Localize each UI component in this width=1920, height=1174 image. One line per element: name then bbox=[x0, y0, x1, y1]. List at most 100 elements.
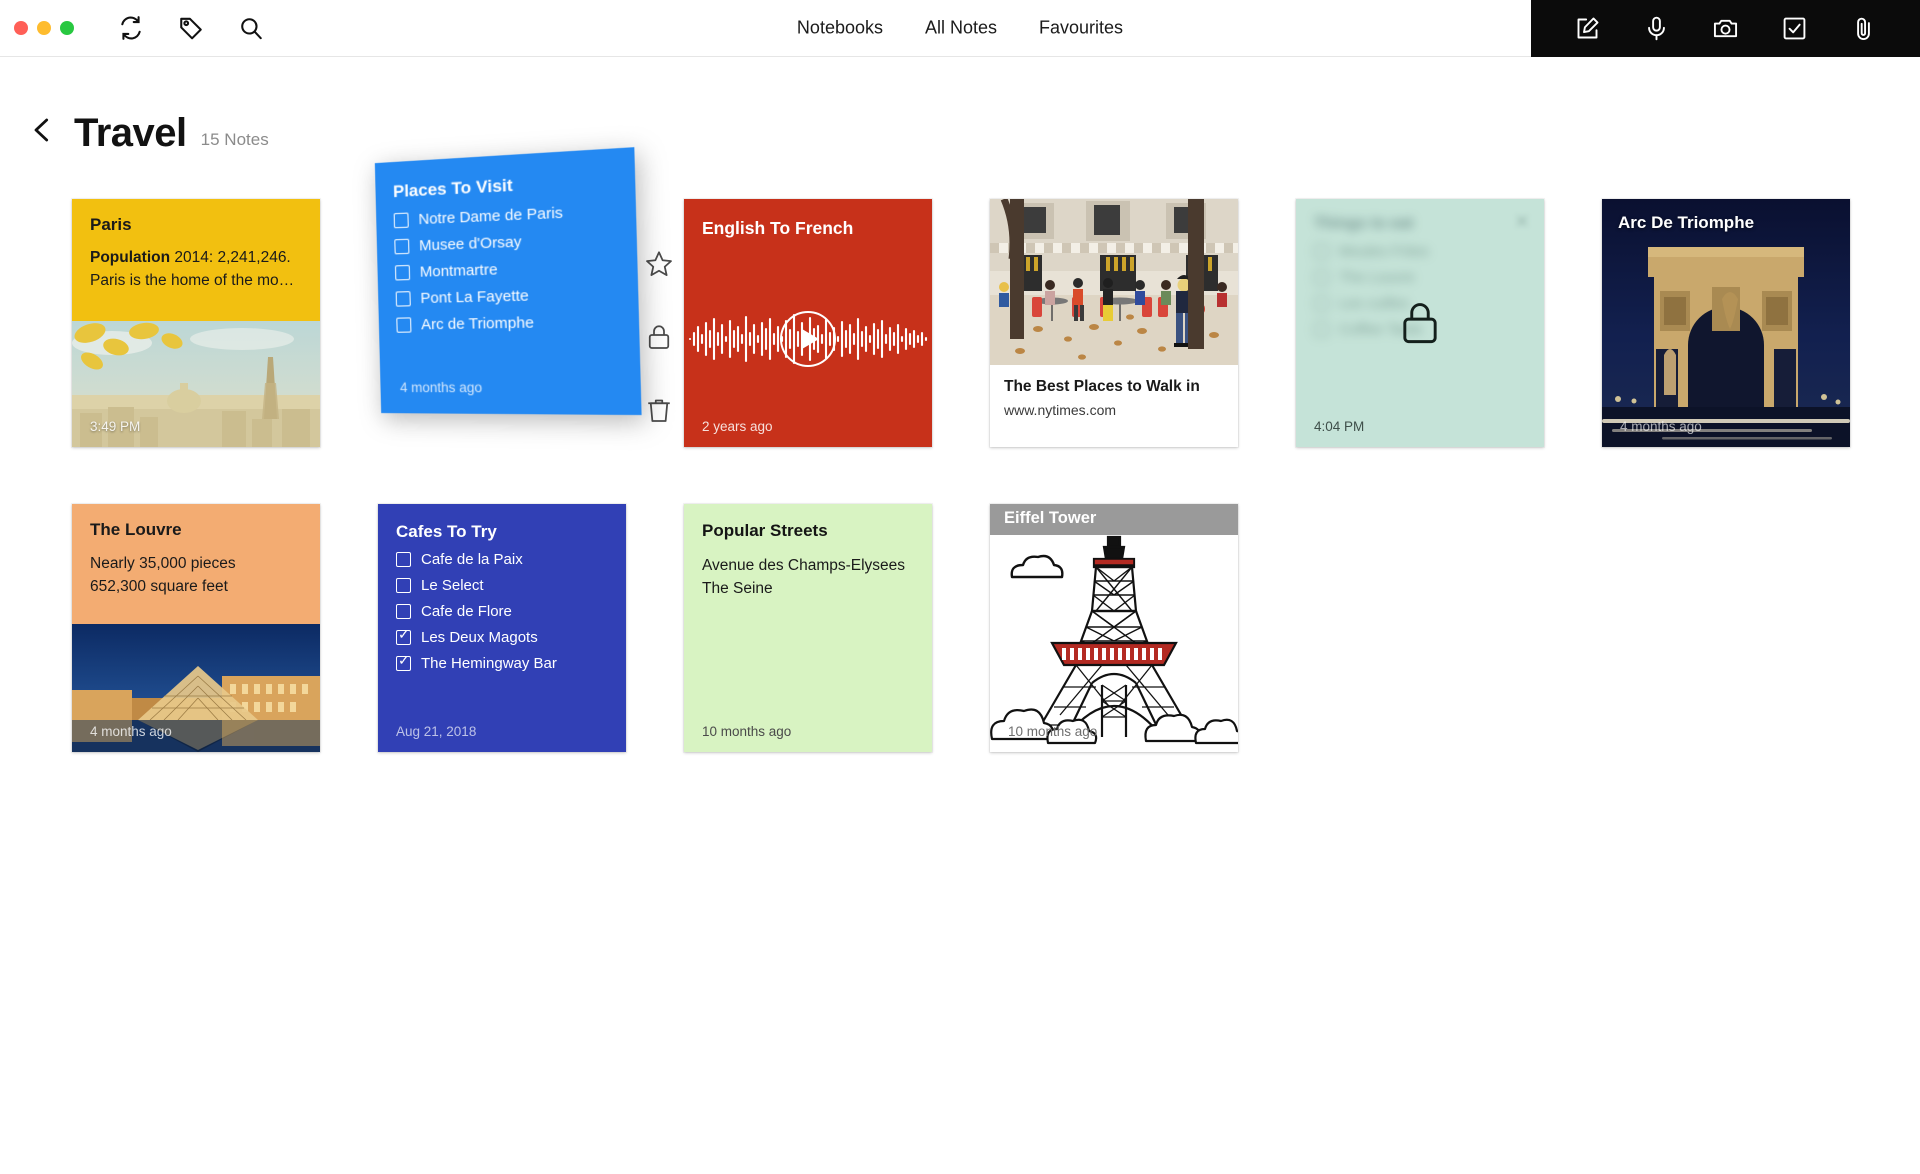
note-preview-line2: Paris is the home of the mo… bbox=[90, 272, 295, 290]
checklist-item[interactable]: Les Deux Magots bbox=[396, 627, 608, 646]
checkbox-icon[interactable] bbox=[394, 264, 411, 281]
note-title: Eiffel Tower bbox=[1004, 509, 1097, 527]
notes-row: The Louvre Nearly 35,000 pieces 652,300 … bbox=[72, 504, 1920, 809]
checklist-label: Arc de Triomphe bbox=[420, 314, 535, 334]
note-timestamp: 4 months ago bbox=[399, 379, 483, 396]
web-clip-url: www.nytimes.com bbox=[1004, 402, 1117, 419]
checkbox-icon-checked[interactable] bbox=[396, 627, 411, 645]
note-card-eiffel-tower[interactable]: Eiffel Tower 10 months ago bbox=[990, 504, 1238, 752]
note-card-web-clip[interactable]: The Best Places to Walk in www.nytimes.c… bbox=[990, 199, 1238, 447]
note-title: Places To Visit bbox=[392, 175, 514, 202]
checkbox-icon[interactable] bbox=[394, 238, 410, 255]
note-card-locked[interactable]: Things to eat Moules Frites The Louvre L… bbox=[1296, 199, 1544, 447]
checkbox-icon[interactable] bbox=[396, 604, 411, 619]
checklist-item[interactable]: Notre Dame de Paris bbox=[393, 202, 617, 230]
note-card-the-louvre[interactable]: The Louvre Nearly 35,000 pieces 652,300 … bbox=[72, 504, 320, 752]
checklist-item[interactable]: Cafe de Flore bbox=[396, 603, 608, 620]
play-button[interactable] bbox=[780, 311, 836, 367]
checklist-label: Notre Dame de Paris bbox=[418, 204, 564, 229]
note-timestamp: 3:49 PM bbox=[90, 419, 141, 434]
checklist-label: Montmartre bbox=[419, 261, 498, 281]
note-preview-rest: 2014: 2,241,246. bbox=[170, 249, 291, 266]
minimize-window-button[interactable] bbox=[37, 21, 51, 35]
checklist-label: Le Select bbox=[421, 577, 484, 594]
checkbox-icon[interactable] bbox=[396, 317, 412, 333]
lock-icon[interactable] bbox=[644, 322, 674, 352]
checklist-label: Cafe de Flore bbox=[421, 603, 512, 620]
microphone-icon[interactable] bbox=[1640, 12, 1674, 46]
checklist-item[interactable]: Arc de Triomphe bbox=[396, 312, 619, 333]
note-preview-line2: 652,300 square feet bbox=[90, 578, 228, 596]
checkbox-icon-checked[interactable] bbox=[396, 653, 411, 671]
main-nav: Notebooks All Notes Favourites bbox=[797, 18, 1123, 39]
locked-item-label: Moules Frites bbox=[1339, 243, 1430, 260]
drag-card-surface: Places To Visit Notre Dame de Paris Muse… bbox=[374, 147, 642, 416]
checklist-item[interactable]: Le Select bbox=[396, 577, 608, 594]
locked-item-label: The Louvre bbox=[1339, 269, 1415, 286]
note-timestamp: 4 months ago bbox=[1620, 419, 1702, 434]
checkbox-icon[interactable] bbox=[393, 212, 409, 229]
checklist-item[interactable]: Cafe de la Paix bbox=[396, 551, 608, 568]
checklist-label: Les Deux Magots bbox=[421, 629, 538, 646]
note-title: Cafes To Try bbox=[396, 522, 497, 541]
note-card-popular-streets[interactable]: Popular Streets Avenue des Champs-Elysee… bbox=[684, 504, 932, 752]
close-icon bbox=[1514, 213, 1530, 229]
toolbar-icon-group bbox=[116, 13, 266, 43]
checkbox-icon[interactable] bbox=[396, 578, 411, 593]
checkbox-icon[interactable] bbox=[396, 552, 411, 567]
nav-notebooks[interactable]: Notebooks bbox=[797, 18, 883, 39]
note-preview-line1: Avenue des Champs-Elysees bbox=[702, 557, 906, 574]
note-count: 15 Notes bbox=[200, 130, 269, 149]
attachment-icon[interactable] bbox=[1847, 12, 1881, 46]
note-card-cafes-to-try[interactable]: Cafes To Try Cafe de la Paix Le Select C… bbox=[378, 504, 626, 752]
search-icon[interactable] bbox=[236, 13, 266, 43]
checklist-label: Pont La Fayette bbox=[420, 287, 530, 308]
note-card-arc-de-triomphe[interactable]: Arc De Triomphe 4 months ago bbox=[1602, 199, 1850, 447]
camera-icon[interactable] bbox=[1709, 12, 1743, 46]
note-timestamp: 2 years ago bbox=[702, 419, 773, 434]
note-title: The Louvre bbox=[90, 520, 182, 539]
lock-icon bbox=[1394, 297, 1446, 349]
traffic-lights bbox=[14, 21, 74, 35]
checklist-icon[interactable] bbox=[1778, 12, 1812, 46]
nav-all-notes[interactable]: All Notes bbox=[925, 18, 997, 39]
note-preview: Avenue des Champs-Elysees The Seine bbox=[684, 541, 932, 601]
back-button[interactable] bbox=[26, 113, 58, 147]
checklist-item[interactable]: Pont La Fayette bbox=[395, 285, 619, 308]
checklist-item[interactable]: The Hemingway Bar bbox=[396, 653, 608, 672]
web-clip-meta: The Best Places to Walk in www.nytimes.c… bbox=[990, 365, 1238, 419]
checklist-label: The Hemingway Bar bbox=[421, 655, 557, 672]
arc-de-triomphe-image bbox=[1602, 199, 1850, 447]
note-text-area: The Louvre Nearly 35,000 pieces 652,300 … bbox=[72, 504, 320, 624]
checkbox-icon bbox=[1314, 322, 1329, 337]
checkbox-icon bbox=[1314, 270, 1329, 285]
note-timestamp: 4 months ago bbox=[90, 724, 172, 739]
note-card-english-to-french[interactable]: English To French 2 years ago bbox=[684, 199, 932, 447]
action-toolbar bbox=[1531, 0, 1920, 57]
note-text-area: Paris Population 2014: 2,241,246. Paris … bbox=[72, 199, 320, 321]
checkbox-icon bbox=[1314, 244, 1329, 259]
notes-row: Paris Population 2014: 2,241,246. Paris … bbox=[72, 147, 1920, 504]
note-timestamp: 4:04 PM bbox=[1314, 419, 1365, 434]
web-clip-illustration bbox=[990, 199, 1238, 365]
note-timestamp: 10 months ago bbox=[702, 724, 792, 739]
note-preview-line1: Nearly 35,000 pieces bbox=[90, 555, 236, 572]
zoom-window-button[interactable] bbox=[60, 21, 74, 35]
note-card-places-to-visit[interactable]: Places To Visit Notre Dame de Paris Muse… bbox=[374, 147, 642, 416]
star-icon[interactable] bbox=[644, 249, 674, 279]
checkbox-icon[interactable] bbox=[395, 291, 411, 307]
close-window-button[interactable] bbox=[14, 21, 28, 35]
note-card-paris[interactable]: Paris Population 2014: 2,241,246. Paris … bbox=[72, 199, 320, 447]
nav-favourites[interactable]: Favourites bbox=[1039, 18, 1123, 39]
note-preview: Nearly 35,000 pieces 652,300 square feet bbox=[72, 540, 320, 599]
checklist-item[interactable]: Montmartre bbox=[394, 257, 618, 281]
locked-item: Moules Frites bbox=[1314, 243, 1526, 260]
note-preview-bold: Population bbox=[90, 249, 171, 266]
note-title: Paris bbox=[90, 215, 132, 234]
checklist-item[interactable]: Musee d'Orsay bbox=[394, 229, 617, 255]
page-header: Travel 15 Notes bbox=[0, 57, 1920, 153]
sync-icon[interactable] bbox=[116, 13, 146, 43]
tag-icon[interactable] bbox=[176, 13, 206, 43]
compose-icon[interactable] bbox=[1571, 12, 1605, 46]
trash-icon[interactable] bbox=[644, 395, 674, 425]
